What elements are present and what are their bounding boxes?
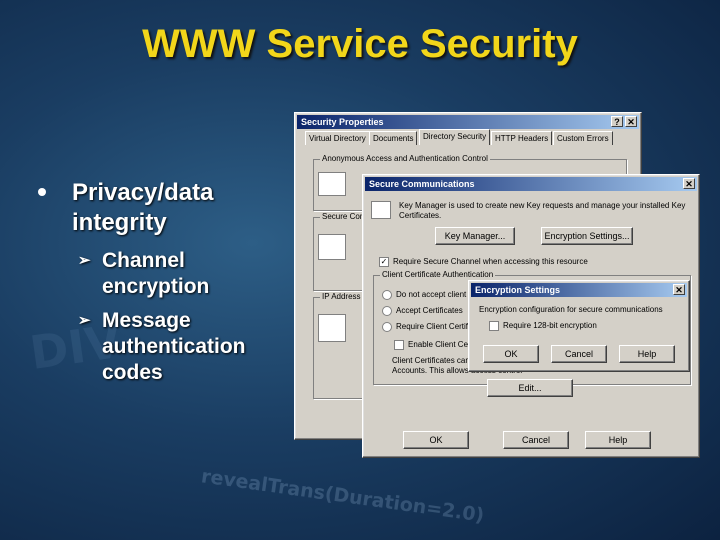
arrow-bullet-icon: ➢ bbox=[78, 312, 91, 329]
require-128bit-label: Require 128-bit encryption bbox=[503, 321, 597, 330]
ok-button[interactable]: OK bbox=[403, 431, 469, 449]
close-icon[interactable]: ✕ bbox=[683, 178, 695, 189]
encryption-settings-button[interactable]: Encryption Settings... bbox=[541, 227, 633, 245]
window-titlebar: Security Properties ? ✕ bbox=[297, 115, 639, 129]
main-bullet-text: Privacy/data integrity bbox=[72, 179, 214, 236]
cancel-button[interactable]: Cancel bbox=[551, 345, 607, 363]
sub-bullet-2: ➢ Message authentication codes bbox=[78, 309, 246, 384]
require-secure-channel-checkbox[interactable]: ✓ bbox=[379, 257, 389, 267]
encryption-description: Encryption configuration for secure comm… bbox=[479, 305, 663, 314]
key-manager-button[interactable]: Key Manager... bbox=[435, 227, 515, 245]
dialog-title: Encryption Settings bbox=[475, 285, 561, 295]
dialog-title: Secure Communications bbox=[369, 179, 475, 189]
require-secure-channel-label: Require Secure Channel when accessing th… bbox=[393, 257, 588, 266]
encryption-settings-dialog: Encryption Settings ✕ Encryption configu… bbox=[468, 280, 690, 372]
slide-title: WWW Service Security bbox=[142, 22, 578, 66]
ok-button[interactable]: OK bbox=[483, 345, 539, 363]
bullet-dot-icon bbox=[38, 188, 46, 196]
radio-accept[interactable] bbox=[382, 306, 392, 316]
enable-mapping-checkbox[interactable] bbox=[394, 340, 404, 350]
tab-directory-security[interactable]: Directory Security bbox=[419, 129, 491, 145]
sub-bullet-1: ➢ Channel encryption bbox=[78, 249, 210, 298]
help-button[interactable]: Help bbox=[619, 345, 675, 363]
radio-do-not-accept[interactable] bbox=[382, 290, 392, 300]
arrow-bullet-icon: ➢ bbox=[78, 252, 91, 269]
close-icon[interactable]: ✕ bbox=[673, 284, 685, 295]
background-transition-decoration: revealTrans(Duration=2.0) bbox=[199, 465, 486, 527]
lock-icon bbox=[318, 314, 346, 342]
key-icon bbox=[318, 234, 346, 260]
key-manager-description: Key Manager is used to create new Key re… bbox=[399, 201, 686, 220]
tab-http-headers[interactable]: HTTP Headers bbox=[491, 131, 553, 145]
radio-require[interactable] bbox=[382, 322, 392, 332]
main-bullet: Privacy/data integrity bbox=[38, 178, 258, 238]
edit-button[interactable]: Edit... bbox=[487, 379, 573, 397]
handshake-icon bbox=[318, 172, 346, 196]
dialog-titlebar: Encryption Settings ✕ bbox=[471, 283, 687, 297]
tab-documents[interactable]: Documents bbox=[369, 131, 418, 145]
tab-virtual-directory[interactable]: Virtual Directory bbox=[305, 131, 370, 145]
window-title: Security Properties bbox=[301, 117, 384, 127]
cancel-button[interactable]: Cancel bbox=[503, 431, 569, 449]
help-button[interactable]: Help bbox=[585, 431, 651, 449]
help-icon[interactable]: ? bbox=[611, 116, 623, 127]
close-icon[interactable]: ✕ bbox=[625, 116, 637, 127]
require-128bit-checkbox[interactable] bbox=[489, 321, 499, 331]
dialog-titlebar: Secure Communications ✕ bbox=[365, 177, 697, 191]
certificate-icon bbox=[371, 201, 391, 219]
tab-custom-errors[interactable]: Custom Errors bbox=[553, 131, 613, 145]
